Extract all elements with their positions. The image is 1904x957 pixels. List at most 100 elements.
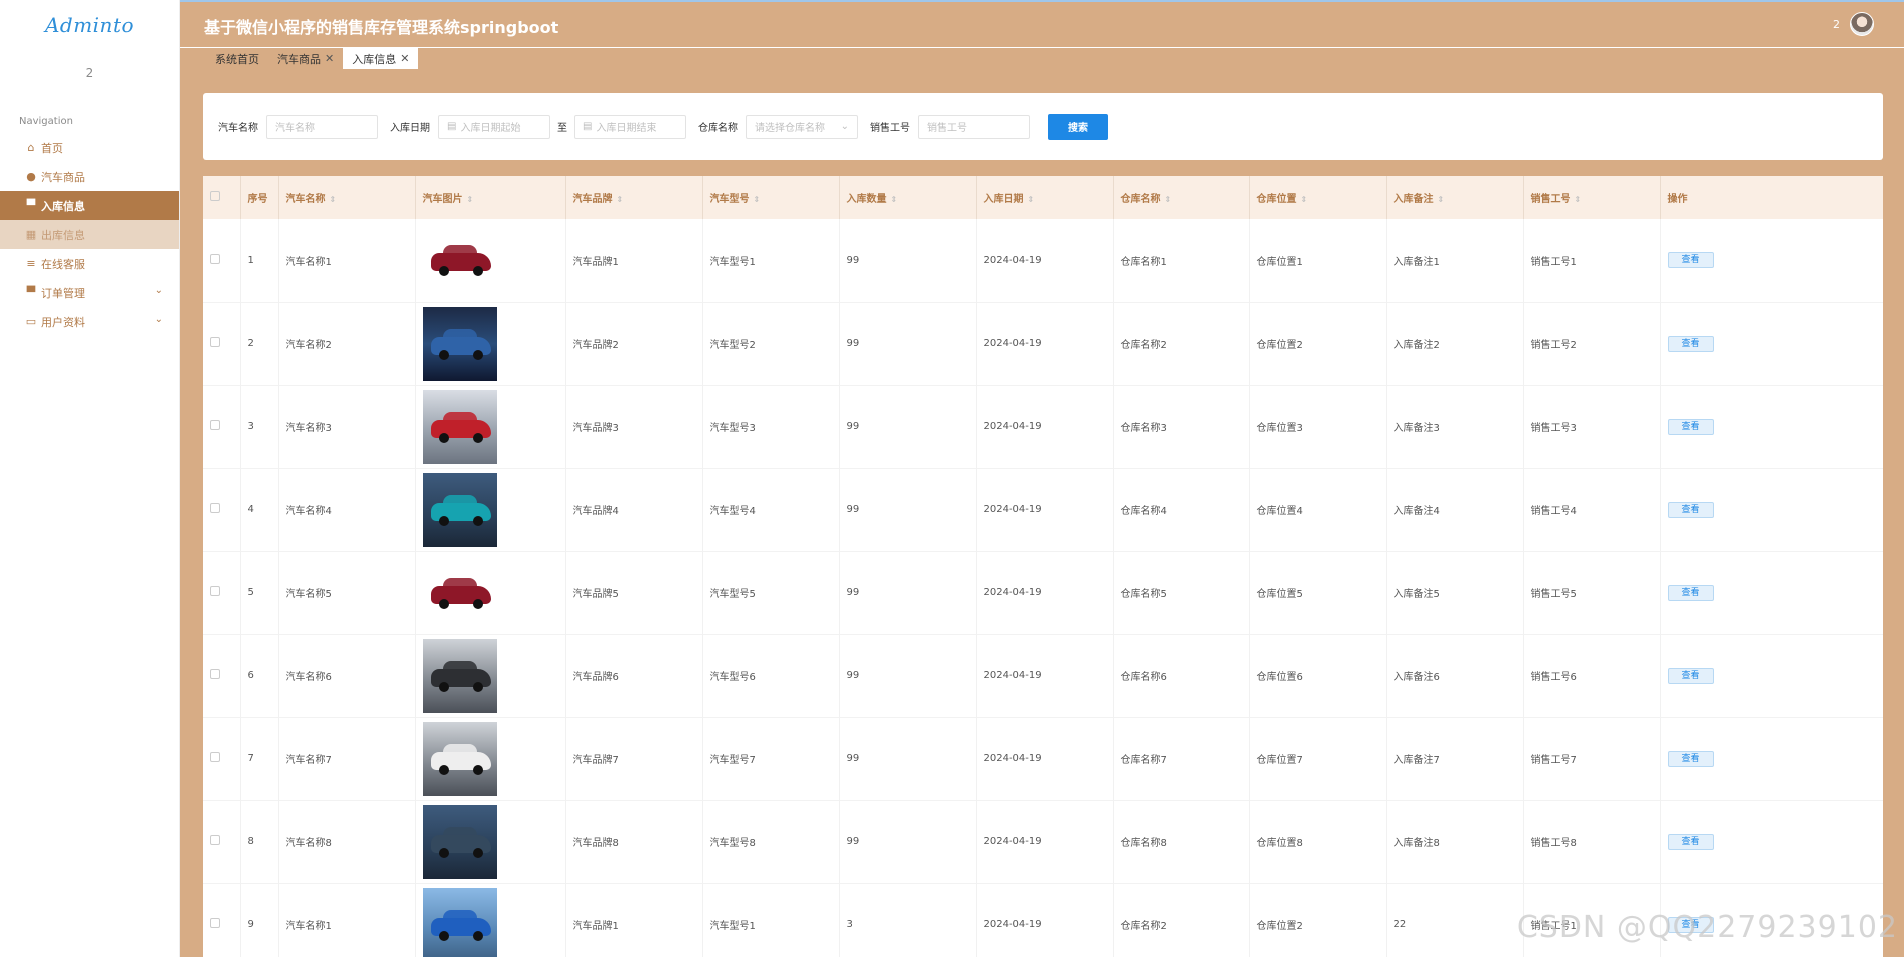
row-checkbox[interactable]: [210, 420, 220, 430]
app-logo[interactable]: Adminto: [0, 0, 179, 50]
close-icon[interactable]: ✕: [400, 52, 409, 65]
tab-label: 系统首页: [215, 52, 259, 66]
monitor-icon: ▀: [26, 286, 36, 299]
sales-no-input[interactable]: 销售工号: [918, 114, 1030, 139]
row-checkbox[interactable]: [210, 337, 220, 347]
cell-name: 汽车名称8: [278, 800, 416, 883]
sort-icon[interactable]: ⇕: [891, 195, 898, 204]
cell-wh: 仓库名称3: [1113, 385, 1250, 468]
search-button[interactable]: 搜索: [1048, 113, 1108, 140]
column-header[interactable]: 入库日期 ⇕: [976, 176, 1114, 219]
cell-date: 2024-04-19: [976, 717, 1114, 800]
sidebar-item-1[interactable]: ● 汽车商品: [0, 162, 179, 191]
select-all-checkbox[interactable]: [210, 191, 220, 201]
cell-brand: 汽车品牌1: [565, 883, 703, 957]
date-end-input[interactable]: ▤ 入库日期结束: [574, 114, 686, 139]
search-form: 汽车名称 汽车名称 入库日期 ▤ 入库日期起始 至 ▤ 入库日期结束 仓库名称 …: [203, 93, 1883, 160]
car-image[interactable]: [422, 721, 497, 796]
sidebar-item-0[interactable]: ⌂ 首页: [0, 133, 179, 162]
row-checkbox-cell: [203, 302, 241, 385]
column-header[interactable]: 汽车型号 ⇕: [702, 176, 840, 219]
cell-loc: 仓库位置3: [1249, 385, 1387, 468]
row-checkbox[interactable]: [210, 752, 220, 762]
warehouse-select[interactable]: 请选择仓库名称 ⌄: [746, 114, 858, 139]
sort-icon[interactable]: ⇕: [1165, 195, 1172, 204]
view-button[interactable]: 查看: [1667, 501, 1714, 518]
row-checkbox[interactable]: [210, 835, 220, 845]
view-button[interactable]: 查看: [1667, 418, 1714, 435]
sort-icon[interactable]: ⇕: [1575, 195, 1582, 204]
sidebar-item-3[interactable]: ▦ 出库信息: [0, 220, 179, 249]
cell-loc: 仓库位置2: [1249, 883, 1387, 957]
view-button[interactable]: 查看: [1667, 335, 1714, 352]
row-checkbox[interactable]: [210, 253, 220, 264]
sort-icon[interactable]: ⇕: [467, 195, 474, 204]
sidebar-item-6[interactable]: ▭ 用户资料 ⌄: [0, 307, 179, 336]
car-image[interactable]: [422, 389, 497, 464]
cell-no: 4: [240, 468, 279, 551]
avatar[interactable]: [1850, 12, 1874, 36]
cell-image: [415, 634, 566, 717]
cell-model: 汽车型号5: [702, 551, 840, 634]
view-button[interactable]: 查看: [1667, 750, 1714, 767]
close-icon[interactable]: ✕: [325, 52, 334, 65]
car-name-input[interactable]: 汽车名称: [266, 114, 378, 139]
row-checkbox[interactable]: [210, 918, 220, 928]
sort-icon[interactable]: ⇕: [754, 195, 761, 204]
tab-1[interactable]: 汽车商品 ✕: [268, 48, 343, 69]
sort-icon[interactable]: ⇕: [330, 195, 337, 204]
column-header[interactable]: 汽车品牌 ⇕: [565, 176, 703, 219]
sidebar-item-5[interactable]: ▀ 订单管理 ⌄: [0, 278, 179, 307]
column-header[interactable]: 汽车名称 ⇕: [278, 176, 416, 219]
sales-no-label: 销售工号: [870, 123, 910, 134]
view-button[interactable]: 查看: [1667, 667, 1714, 684]
cell-image: [415, 385, 566, 468]
cell-action: 查看: [1660, 634, 1883, 717]
page-title: 基于微信小程序的销售库存管理系统springboot: [204, 18, 559, 37]
sidebar-item-2[interactable]: ▀ 入库信息: [0, 191, 179, 220]
cell-wh: 仓库名称8: [1113, 800, 1250, 883]
view-button[interactable]: 查看: [1667, 252, 1714, 269]
cell-sales: 销售工号5: [1523, 551, 1661, 634]
car-image[interactable]: [423, 223, 497, 297]
cell-wh: 仓库名称5: [1113, 551, 1250, 634]
column-header[interactable]: 仓库名称 ⇕: [1113, 176, 1250, 219]
table-row: 4 汽车名称4 汽车品牌4 汽车型号4 99 2024-04-19 仓库名称4 仓库位置4 入库…: [203, 468, 1883, 551]
tab-0[interactable]: 系统首页: [206, 48, 268, 69]
tab-2[interactable]: 入库信息 ✕: [343, 48, 419, 69]
car-image[interactable]: [422, 804, 497, 879]
cell-loc: 仓库位置6: [1249, 634, 1387, 717]
cell-image: [415, 468, 566, 551]
date-separator: 至: [557, 123, 567, 134]
cell-qty: 99: [839, 468, 977, 551]
sort-icon[interactable]: ⇕: [1028, 195, 1035, 204]
view-button[interactable]: 查看: [1667, 584, 1714, 601]
sort-icon[interactable]: ⇕: [1438, 195, 1445, 204]
cell-model: 汽车型号8: [702, 800, 840, 883]
row-checkbox[interactable]: [210, 503, 220, 513]
grid-icon: ▦: [25, 228, 37, 241]
sort-icon[interactable]: ⇕: [1301, 195, 1308, 204]
row-checkbox[interactable]: [210, 586, 220, 596]
cell-date: 2024-04-19: [976, 883, 1114, 957]
car-image[interactable]: [422, 638, 497, 713]
row-checkbox[interactable]: [210, 669, 220, 679]
view-button[interactable]: 查看: [1667, 833, 1714, 850]
date-start-input[interactable]: ▤ 入库日期起始: [438, 114, 550, 139]
user-menu[interactable]: 2: [1833, 12, 1874, 36]
car-image[interactable]: [422, 887, 497, 957]
car-name-label: 汽车名称: [218, 123, 258, 134]
column-header[interactable]: 入库备注 ⇕: [1386, 176, 1524, 219]
cell-model: 汽车型号7: [702, 717, 840, 800]
column-header[interactable]: 入库数量 ⇕: [839, 176, 977, 219]
cell-date: 2024-04-19: [976, 219, 1114, 302]
car-image[interactable]: [422, 472, 497, 547]
column-header[interactable]: 销售工号 ⇕: [1523, 176, 1661, 219]
sort-icon[interactable]: ⇕: [617, 195, 624, 204]
sidebar-item-4[interactable]: ≡ 在线客服: [0, 249, 179, 278]
column-header[interactable]: 仓库位置 ⇕: [1249, 176, 1387, 219]
car-image[interactable]: [422, 306, 497, 381]
column-header[interactable]: 汽车图片 ⇕: [415, 176, 566, 219]
chevron-down-icon: ⌄: [154, 285, 163, 296]
car-image[interactable]: [423, 556, 497, 630]
